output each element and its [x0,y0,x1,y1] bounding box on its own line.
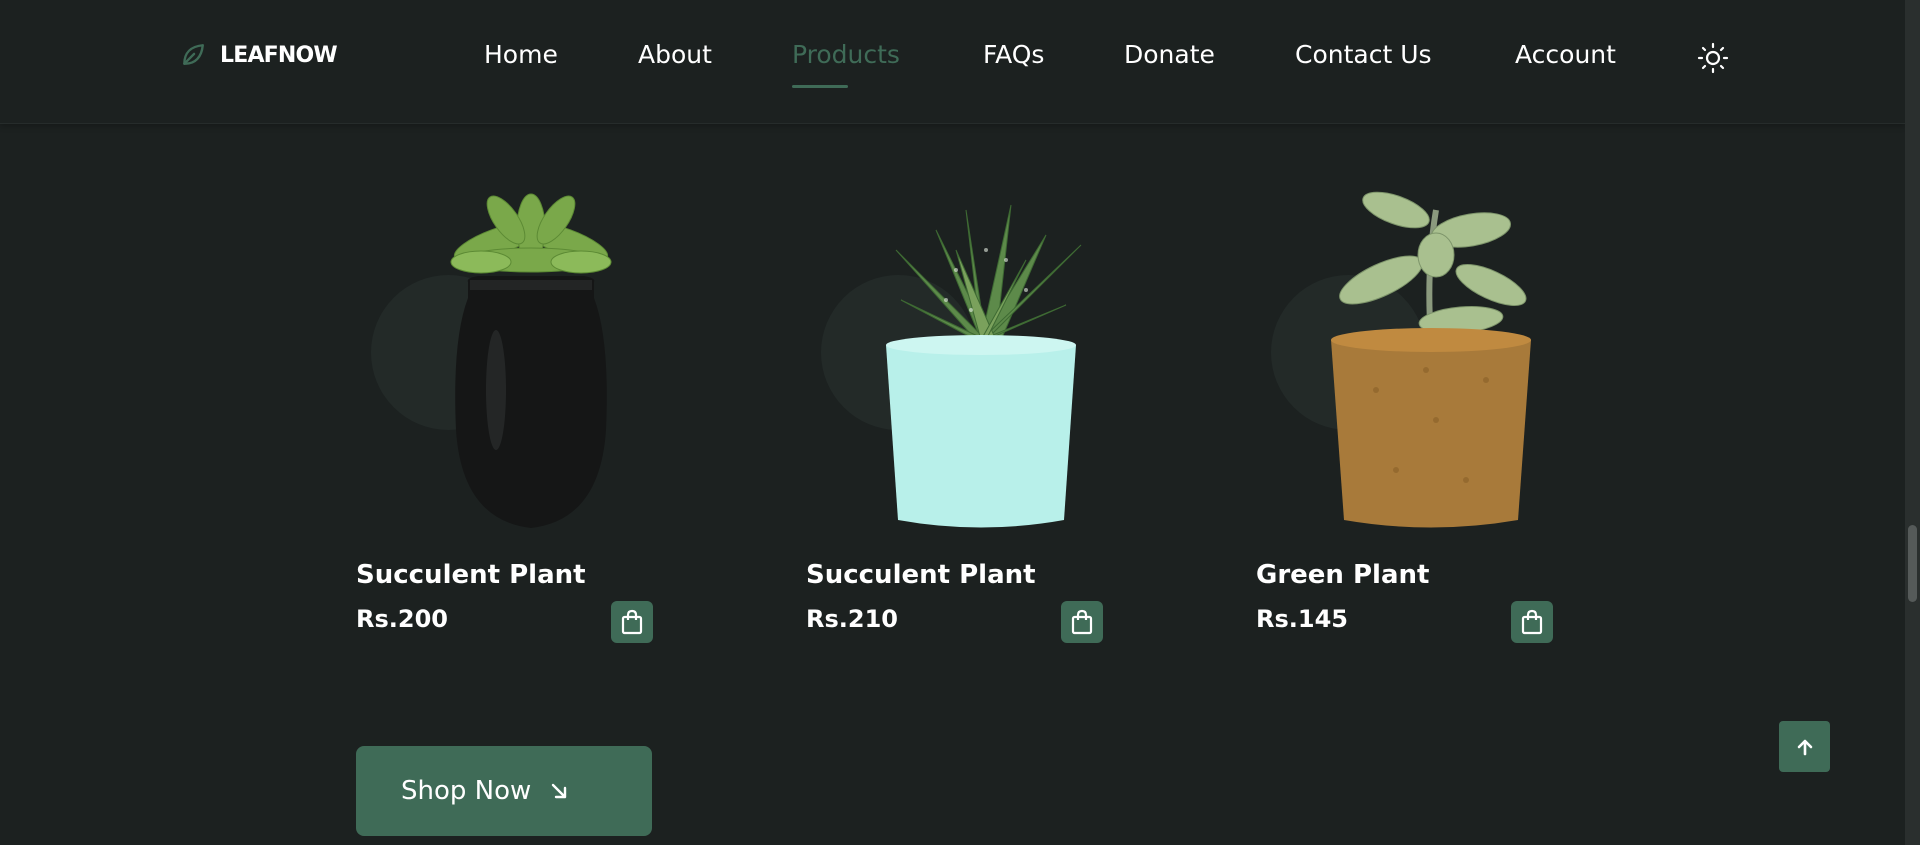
scrollbar-thumb[interactable] [1908,525,1917,602]
nav-products[interactable]: Products [792,40,900,69]
plant-image-coir-pot [1331,191,1531,528]
vertical-scrollbar[interactable] [1905,0,1920,845]
product-price: Rs.145 [1256,605,1348,633]
shop-now-label: Shop Now [401,776,532,806]
arrow-up-icon [1797,739,1812,755]
nav-about[interactable]: About [638,40,712,69]
product-price: Rs.210 [806,605,898,633]
brand-logo[interactable]: LEAFNOW [180,42,338,68]
add-to-cart-button[interactable] [611,601,653,643]
nav-home[interactable]: Home [484,40,558,69]
product-card: Succulent Plant Rs.200 [356,190,776,650]
brand-name: LEAFNOW [220,42,338,68]
add-to-cart-button[interactable] [1061,601,1103,643]
nav-donate[interactable]: Donate [1124,40,1215,69]
sun-icon[interactable] [1697,42,1729,74]
shopping-bag-icon [621,609,643,635]
leaf-icon [183,44,204,65]
arrow-down-right-icon [552,783,567,799]
shop-now-button[interactable]: Shop Now [356,746,652,836]
nav-contact-us[interactable]: Contact Us [1295,40,1432,69]
site-header: LEAFNOW Home About Products FAQs Donate … [0,0,1905,124]
nav-account[interactable]: Account [1515,40,1616,69]
back-to-top-button[interactable] [1779,721,1830,772]
product-card: Succulent Plant Rs.210 [806,190,1226,650]
add-to-cart-button[interactable] [1511,601,1553,643]
shopping-bag-icon [1071,609,1093,635]
product-name: Succulent Plant [806,560,1036,590]
nav-faqs[interactable]: FAQs [983,40,1044,69]
product-card: Green Plant Rs.145 [1256,190,1676,650]
plant-image-black-pot [450,193,612,528]
shopping-bag-icon [1521,609,1543,635]
nav-active-indicator [792,85,848,88]
product-price: Rs.200 [356,605,448,633]
product-name: Succulent Plant [356,560,586,590]
plant-image-mint-pot [886,204,1082,528]
product-name: Green Plant [1256,560,1430,590]
